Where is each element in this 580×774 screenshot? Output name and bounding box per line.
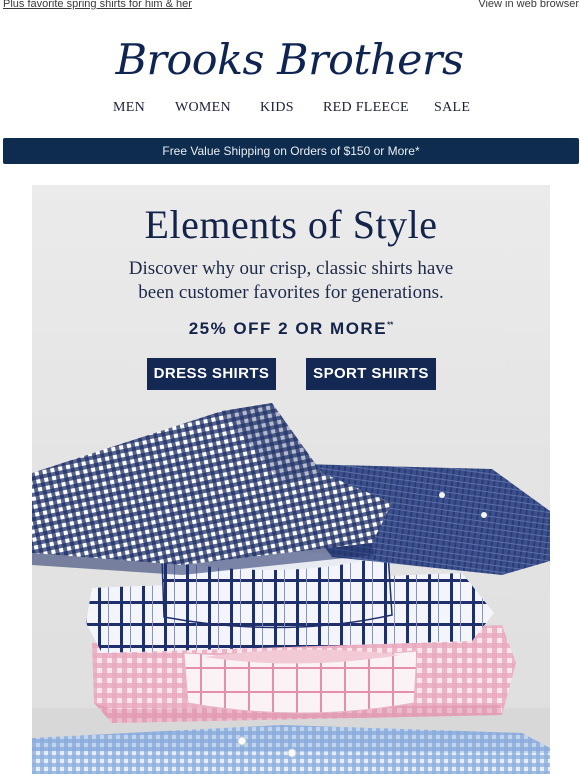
brand-logo[interactable]: Brooks Brothers bbox=[0, 30, 580, 90]
offer-footnote-mark: ** bbox=[387, 320, 394, 330]
preheader-bar: Plus favorite spring shirts for him & he… bbox=[0, 0, 580, 14]
dress-shirts-button[interactable]: DRESS SHIRTS bbox=[147, 358, 276, 390]
hero-subtitle-line-2: been customer favorites for generations. bbox=[138, 282, 444, 303]
shipping-banner[interactable]: Free Value Shipping on Orders of $150 or… bbox=[3, 138, 579, 164]
offer-label: 25% OFF 2 OR MORE bbox=[188, 319, 388, 338]
nav-item-men[interactable]: MEN bbox=[113, 100, 145, 116]
nav-item-kids[interactable]: KIDS bbox=[260, 100, 294, 116]
main-nav: MEN WOMEN KIDS RED FLEECE SALE bbox=[0, 100, 580, 122]
hero-title: Elements of Style bbox=[144, 202, 438, 247]
logo-wordmark: Brooks Brothers bbox=[116, 35, 464, 84]
hero-section: Elements of Style Discover why our crisp… bbox=[32, 185, 550, 774]
view-in-browser-link[interactable]: View in web browser bbox=[478, 0, 579, 10]
shipping-banner-text: Free Value Shipping on Orders of $150 or… bbox=[162, 144, 420, 158]
nav-item-sale[interactable]: SALE bbox=[434, 100, 470, 116]
shirts-stack-image[interactable] bbox=[32, 403, 550, 774]
navy-gingham-shirt bbox=[32, 403, 392, 565]
hero-subtitle: Discover why our crisp, classic shirts h… bbox=[32, 257, 550, 305]
nav-item-red-fleece[interactable]: RED FLEECE bbox=[323, 100, 409, 116]
offer-text: 25% OFF 2 OR MORE** bbox=[32, 319, 550, 339]
preheader-link[interactable]: Plus favorite spring shirts for him & he… bbox=[3, 0, 192, 10]
hero-subtitle-line-1: Discover why our crisp, classic shirts h… bbox=[128, 258, 454, 279]
nav-item-women[interactable]: WOMEN bbox=[175, 100, 231, 116]
sport-shirts-button[interactable]: SPORT SHIRTS bbox=[306, 358, 436, 390]
